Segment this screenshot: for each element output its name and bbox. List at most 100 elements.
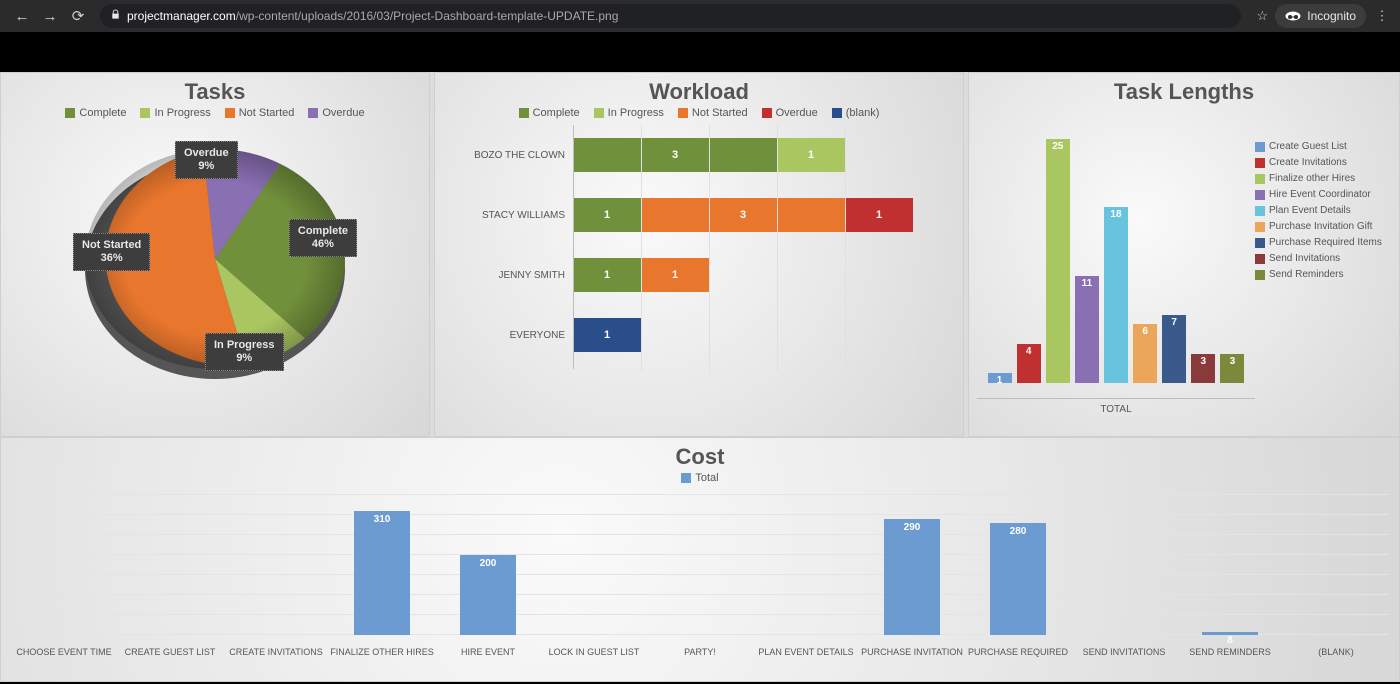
legend-item: Overdue <box>308 107 364 119</box>
legend-label: Create Guest List <box>1269 141 1347 152</box>
workload-row-name: EVERYONE <box>445 330 573 341</box>
legend-swatch <box>140 108 150 118</box>
legend-swatch <box>1255 142 1265 152</box>
task-length-bar: 11 <box>1075 276 1099 383</box>
legend-label: Overdue <box>322 107 364 119</box>
task-length-bar: 4 <box>1017 344 1041 383</box>
workload-segment: 3 <box>573 138 777 172</box>
dashboard-top-row: Tasks Complete In Progress Not Started Over… <box>0 72 1400 437</box>
legend-label: Send Reminders <box>1269 269 1343 280</box>
legend-item: Finalize other Hires <box>1255 173 1391 184</box>
address-bar[interactable]: projectmanager.com/wp-content/uploads/20… <box>100 4 1241 28</box>
cost-column: 200 <box>435 555 541 635</box>
task-lengths-chart: 142511186733 TOTAL <box>977 111 1255 411</box>
back-button[interactable]: ← <box>8 8 36 25</box>
bookmark-star-icon[interactable]: ☆ <box>1249 8 1275 24</box>
cost-x-label: PARTY! <box>647 647 753 657</box>
legend-swatch <box>1255 222 1265 232</box>
workload-segment: 1 <box>845 198 913 232</box>
cost-x-label: HIRE EVENT <box>435 647 541 657</box>
workload-segment: 1 <box>573 258 641 292</box>
legend-label: In Progress <box>608 107 664 119</box>
task-length-bar: 6 <box>1133 324 1157 383</box>
menu-kebab-icon[interactable]: ⋮ <box>1372 8 1392 24</box>
browser-toolbar: ← → ⟳ projectmanager.com/wp-content/uplo… <box>0 0 1400 32</box>
legend-item: Create Invitations <box>1255 157 1391 168</box>
cost-bar: 200 <box>460 555 516 635</box>
tasks-legend: CompleteIn ProgressNot StartedOverdue <box>1 107 429 119</box>
workload-row: STACY WILLIAMS131 <box>445 185 913 245</box>
legend-item: Purchase Invitation Gift <box>1255 221 1391 232</box>
legend-swatch <box>1255 270 1265 280</box>
cost-legend: Total <box>1 472 1399 484</box>
task-length-bar: 25 <box>1046 139 1070 383</box>
tasks-pie-chart: Complete46% In Progress9% Not Started36%… <box>45 129 385 389</box>
cost-chart: 3102002902808 CHOOSE EVENT TIMECREATE GU… <box>11 484 1389 659</box>
legend-item: Send Reminders <box>1255 269 1391 280</box>
task-length-bar: 18 <box>1104 207 1128 383</box>
workload-title: Workload <box>435 79 963 105</box>
legend-swatch <box>762 108 772 118</box>
legend-swatch <box>1255 190 1265 200</box>
cost-x-label: CREATE INVITATIONS <box>223 647 329 657</box>
legend-swatch <box>678 108 688 118</box>
cost-x-label: CHOOSE EVENT TIME <box>11 647 117 657</box>
legend-label: Send Invitations <box>1269 253 1340 264</box>
legend-swatch <box>65 108 75 118</box>
task-lengths-legend: Create Guest List Create Invitations Final… <box>1255 111 1391 411</box>
legend-label: Finalize other Hires <box>1269 173 1355 184</box>
workload-row: BOZO THE CLOWN31 <box>445 125 913 185</box>
cost-legend-label: Total <box>695 472 718 484</box>
cost-bar-value: 310 <box>354 514 410 525</box>
legend-label: Hire Event Coordinator <box>1269 189 1371 200</box>
cost-x-label: PLAN EVENT DETAILS <box>753 647 859 657</box>
legend-label: Complete <box>533 107 580 119</box>
cost-bar: 280 <box>990 523 1046 635</box>
task-length-value: 1 <box>988 375 1012 386</box>
task-length-bar: 3 <box>1191 354 1215 383</box>
cost-column: 280 <box>965 523 1071 635</box>
legend-item: Not Started <box>678 107 748 119</box>
cost-x-label: PURCHASE REQUIRED <box>965 647 1071 657</box>
cost-x-label: (BLANK) <box>1283 647 1389 657</box>
task-length-bar: 3 <box>1220 354 1244 383</box>
reload-button[interactable]: ⟳ <box>64 7 92 25</box>
legend-label: (blank) <box>846 107 880 119</box>
tasks-title: Tasks <box>1 79 429 105</box>
lock-icon <box>110 9 121 23</box>
task-length-value: 18 <box>1104 209 1128 220</box>
pie-label-overdue: Overdue9% <box>175 141 238 179</box>
cost-column: 290 <box>859 519 965 635</box>
workload-row-name: BOZO THE CLOWN <box>445 150 573 161</box>
workload-chart: BOZO THE CLOWN31STACY WILLIAMS131JENNY S… <box>435 119 963 377</box>
cost-bar-value: 280 <box>990 526 1046 537</box>
legend-swatch <box>1255 238 1265 248</box>
workload-panel: Workload Complete In Progress Not Started O… <box>434 72 964 437</box>
legend-label: Create Invitations <box>1269 157 1347 168</box>
cost-x-label: LOCK IN GUEST LIST <box>541 647 647 657</box>
legend-label: Overdue <box>776 107 818 119</box>
legend-swatch <box>308 108 318 118</box>
pie-label-in-progress: In Progress9% <box>205 333 284 371</box>
task-length-value: 11 <box>1075 278 1099 289</box>
task-lengths-panel: Task Lengths 142511186733 TOTAL Create G… <box>968 72 1400 437</box>
legend-label: Not Started <box>239 107 295 119</box>
incognito-label: Incognito <box>1307 9 1356 23</box>
legend-label: Complete <box>79 107 126 119</box>
workload-legend: Complete In Progress Not Started Overdue (bl… <box>435 107 963 119</box>
legend-item: Hire Event Coordinator <box>1255 189 1391 200</box>
task-length-value: 3 <box>1220 356 1244 367</box>
task-lengths-title: Task Lengths <box>969 79 1399 105</box>
legend-item: Plan Event Details <box>1255 205 1391 216</box>
legend-swatch <box>225 108 235 118</box>
legend-item: Send Invitations <box>1255 253 1391 264</box>
cost-column: 310 <box>329 511 435 635</box>
task-length-value: 25 <box>1046 141 1070 152</box>
cost-x-label: PURCHASE INVITATION <box>859 647 965 657</box>
cost-x-label: SEND INVITATIONS <box>1071 647 1177 657</box>
workload-segment: 1 <box>573 318 641 352</box>
legend-swatch <box>832 108 842 118</box>
forward-button[interactable]: → <box>36 8 64 25</box>
legend-label: Purchase Invitation Gift <box>1269 221 1372 232</box>
cost-column: 8 <box>1177 632 1283 635</box>
